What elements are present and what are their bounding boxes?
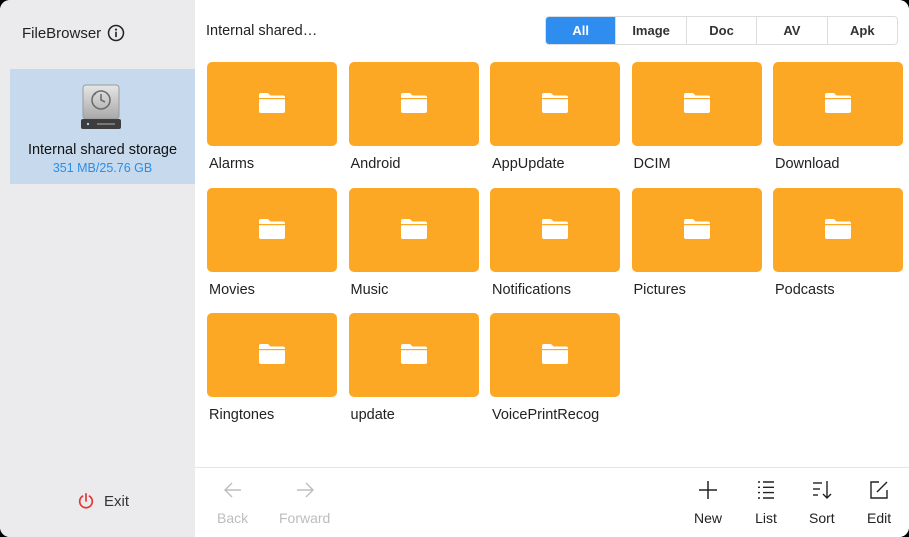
folder-tile [348, 313, 479, 397]
forward-button[interactable]: Forward [279, 478, 330, 526]
folder-label: Alarms [209, 156, 255, 172]
folder-item[interactable]: Movies [207, 187, 337, 308]
folder-icon [542, 93, 568, 113]
back-label: Back [217, 510, 249, 526]
folder-item[interactable]: VoicePrintRecog [490, 313, 620, 433]
sort-button[interactable]: Sort [809, 478, 835, 526]
folder-label: DCIM [633, 156, 671, 172]
folder-item[interactable]: update [348, 313, 479, 433]
folder-tile [490, 313, 620, 397]
folder-icon [683, 218, 710, 239]
folder-label: Podcasts [775, 281, 835, 298]
folder-tile [773, 62, 903, 146]
power-icon [78, 492, 94, 509]
exit-button[interactable]: Exit [77, 492, 129, 510]
folder-label: Pictures [633, 281, 686, 298]
forward-label: Forward [279, 510, 331, 526]
folder-icon [259, 218, 285, 239]
folder-label: AppUpdate [492, 156, 565, 172]
new-button[interactable]: New [694, 478, 722, 526]
folder-icon [542, 344, 568, 364]
folder-icon [400, 218, 427, 239]
folder-icon [400, 93, 427, 113]
arrow-right-icon [296, 482, 314, 498]
folder-item[interactable]: Pictures [631, 187, 762, 308]
folder-icon [825, 93, 851, 113]
list-icon [758, 481, 774, 499]
folder-item[interactable]: AppUpdate [490, 62, 620, 182]
storage-size: 351 MB/25.76 GB [52, 161, 153, 175]
folder-label: Ringtones [209, 407, 275, 423]
folder-label: Notifications [492, 281, 571, 298]
sort-label: Sort [809, 510, 835, 526]
folder-label: update [350, 407, 395, 423]
new-label: New [694, 510, 723, 526]
folder-label: Movies [209, 281, 255, 298]
folder-tile [773, 187, 903, 272]
folder-tile [631, 187, 762, 272]
app-window: FileBrowser Internal shared storage 351 … [0, 0, 909, 537]
folder-item[interactable]: Notifications [490, 187, 620, 308]
arrow-left-icon [223, 482, 241, 498]
folder-item[interactable]: Alarms [207, 62, 337, 182]
folder-icon [400, 344, 427, 364]
folder-item[interactable]: Download [773, 62, 903, 182]
folder-tile [207, 62, 337, 146]
folder-tile [207, 187, 337, 272]
folder-icon [683, 93, 710, 113]
folder-item[interactable]: Music [348, 187, 479, 308]
sidebar: FileBrowser Internal shared storage 351 … [0, 0, 195, 537]
folder-label: Android [350, 156, 401, 172]
folder-label: Download [775, 156, 840, 172]
toolbar-divider [195, 467, 909, 468]
folder-item[interactable]: Ringtones [207, 313, 337, 433]
hard-drive-icon [81, 84, 121, 129]
folder-tile [348, 187, 479, 272]
app-title-row: FileBrowser [22, 22, 125, 44]
folder-icon [825, 218, 851, 239]
folder-item[interactable]: DCIM [631, 62, 762, 182]
info-circle-icon[interactable] [107, 24, 125, 42]
sidebar-item-internal-storage[interactable]: Internal shared storage 351 MB/25.76 GB [10, 69, 195, 184]
folder-tile [490, 62, 620, 146]
exit-label: Exit [104, 492, 130, 510]
plus-icon [699, 481, 717, 499]
folder-label: Music [350, 281, 389, 298]
folder-item[interactable]: Podcasts [773, 187, 903, 308]
folder-label: VoicePrintRecog [492, 407, 600, 423]
edit-label: Edit [867, 510, 892, 526]
edit-icon [870, 481, 888, 499]
folder-tile [207, 313, 337, 397]
sort-icon [812, 481, 832, 499]
folder-tile [631, 62, 762, 146]
folder-grid: Alarms Android AppUpdate DCIM Download Movies… [195, 0, 909, 460]
list-button[interactable]: List [754, 478, 778, 526]
folder-icon [542, 218, 568, 239]
storage-name: Internal shared storage [27, 142, 178, 158]
edit-button[interactable]: Edit [867, 478, 891, 526]
list-label: List [755, 510, 777, 526]
folder-tile [348, 62, 479, 146]
folder-icon [259, 344, 285, 364]
folder-item[interactable]: Android [348, 62, 479, 182]
back-button[interactable]: Back [217, 478, 248, 526]
folder-tile [490, 187, 620, 272]
folder-icon [259, 93, 285, 113]
app-title: FileBrowser [22, 24, 102, 42]
main-panel: Internal shared… All Image Doc AV Apk Al… [195, 0, 909, 537]
